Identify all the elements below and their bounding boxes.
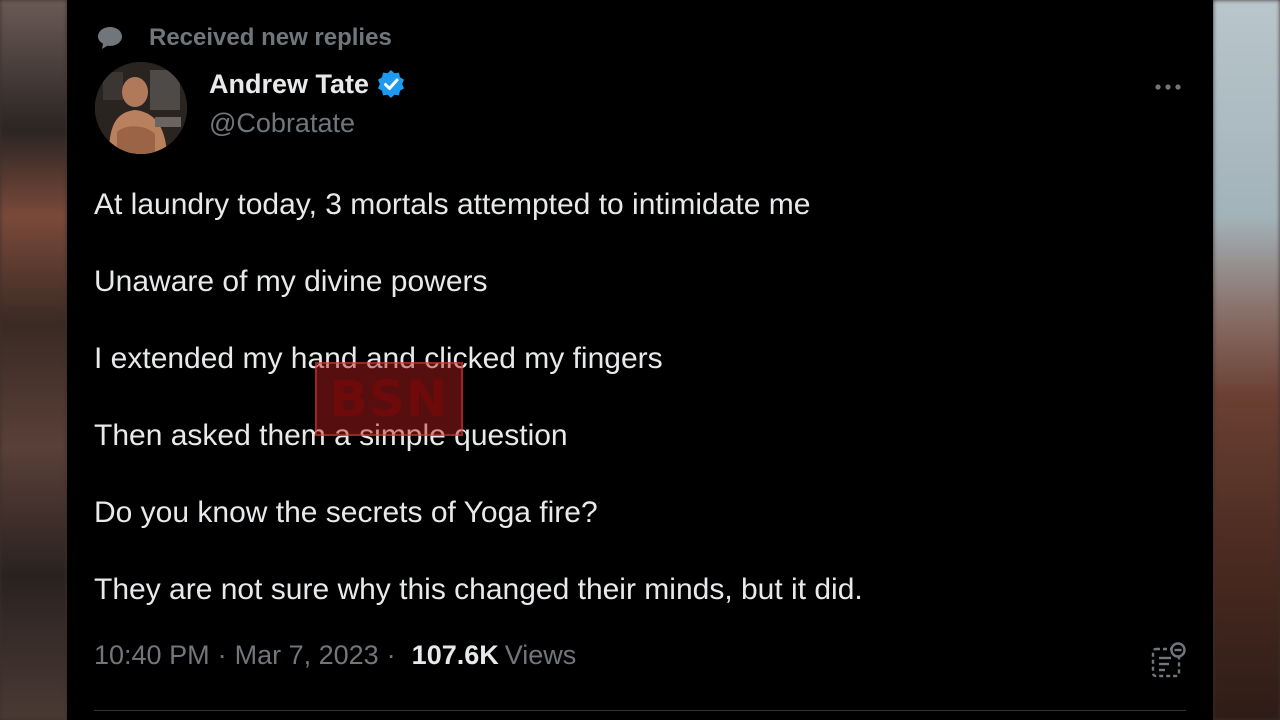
divider — [94, 710, 1186, 711]
views-label: Views — [504, 640, 577, 670]
background-left-blur — [0, 0, 67, 720]
meta-separator: · — [386, 640, 396, 670]
avatar-photo — [95, 62, 187, 154]
author-handle[interactable]: @Cobratate — [209, 108, 355, 139]
context-header[interactable]: Received new replies — [95, 22, 392, 54]
reply-bubble-icon — [98, 27, 122, 49]
meta-separator: · — [217, 640, 227, 670]
tweet-meta: 10:40 PM · Mar 7, 2023 · 107.6K Views — [94, 640, 576, 671]
views-count: 107.6K — [411, 640, 499, 670]
background-right-blur — [1213, 0, 1280, 720]
tweet-line: Unaware of my divine powers — [94, 265, 488, 298]
verified-badge-icon — [378, 70, 405, 98]
tweet-line: At laundry today, 3 mortals attempted to… — [94, 188, 811, 221]
author-name[interactable]: Andrew Tate — [209, 69, 369, 100]
tweet-text: At laundry today, 3 mortals attempted to… — [94, 183, 1174, 645]
analytics-icon[interactable] — [1149, 640, 1189, 680]
tweet-line: Do you know the secrets of Yoga fire? — [94, 496, 598, 529]
tweet-date[interactable]: Mar 7, 2023 — [235, 640, 379, 671]
more-options-icon[interactable] — [1153, 74, 1183, 100]
bsn-watermark: BSN — [315, 362, 463, 436]
avatar[interactable] — [95, 62, 187, 154]
tweet-card[interactable]: Received new replies Andrew Tate @Cobrat… — [67, 0, 1213, 720]
tweet-line: I extended my hand and clicked my finger… — [94, 342, 663, 375]
tweet-line: They are not sure why this changed their… — [94, 573, 863, 606]
tweet-line: Then asked them a simple question — [94, 419, 568, 452]
author-name-row[interactable]: Andrew Tate — [209, 68, 407, 100]
tweet-time[interactable]: 10:40 PM — [94, 640, 210, 671]
context-label: Received new replies — [149, 24, 392, 51]
